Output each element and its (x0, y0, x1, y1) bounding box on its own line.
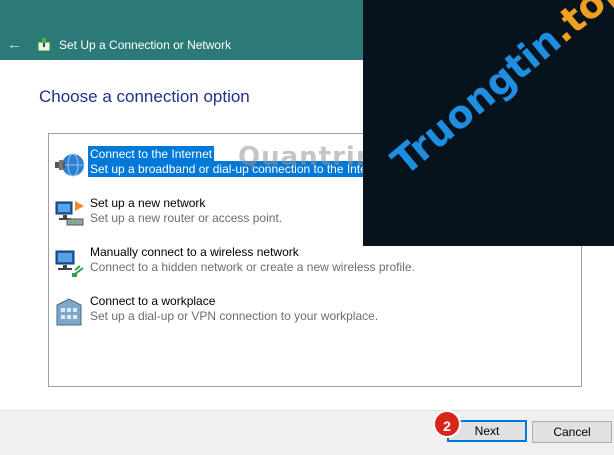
router-icon (55, 201, 84, 226)
brand-watermark-overlay: Truongtin.top (363, 0, 614, 246)
option-description: Set up a new router or access point. (90, 211, 283, 225)
option-label: Connect to a workplace (90, 294, 216, 308)
wireless-computer-icon (55, 250, 84, 277)
step-number-badge: 2 (433, 410, 461, 438)
globe-network-icon (55, 153, 84, 177)
option-wireless-network[interactable]: Manually connect to a wireless network C… (53, 244, 573, 288)
cancel-button[interactable]: Cancel (532, 421, 612, 443)
option-label: Set up a new network (90, 196, 206, 210)
window-title: Set Up a Connection or Network (59, 38, 232, 52)
option-label: Manually connect to a wireless network (90, 245, 299, 259)
brand-name: Truongtin (383, 17, 570, 184)
network-setup-icon (37, 38, 51, 52)
workplace-building-icon (56, 298, 82, 326)
option-label: Connect to the Internet (88, 146, 215, 162)
option-workplace[interactable]: Connect to a workplace Set up a dial-up … (53, 293, 573, 337)
brand-logo-text: Truongtin.top (383, 0, 614, 184)
option-description: Set up a dial-up or VPN connection to yo… (90, 309, 379, 323)
back-arrow-icon[interactable]: ← (7, 36, 22, 54)
page-heading: Choose a connection option (39, 87, 250, 106)
option-description: Connect to a hidden network or create a … (90, 260, 415, 274)
